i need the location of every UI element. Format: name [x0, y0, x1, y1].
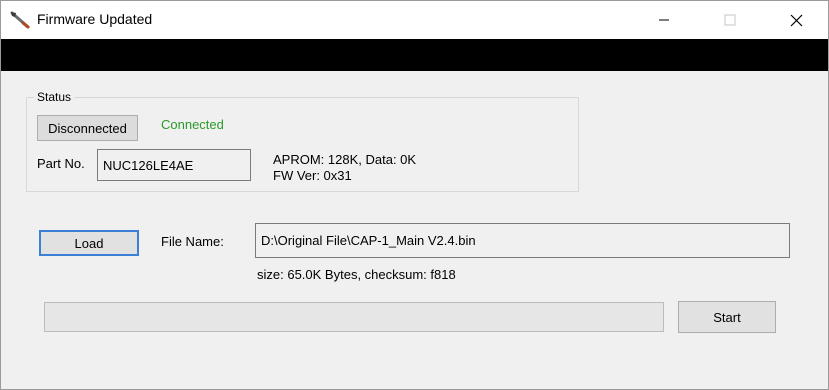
load-button[interactable]: Load: [39, 230, 139, 256]
minimize-button[interactable]: [641, 1, 687, 39]
title-bar[interactable]: Firmware Updated: [1, 1, 828, 39]
window-title: Firmware Updated: [37, 11, 153, 27]
aprom-info-text: APROM: 128K, Data: 0K: [273, 152, 417, 167]
progress-bar: [44, 302, 664, 332]
maximize-icon: [724, 14, 736, 26]
close-icon: [790, 14, 802, 26]
file-path-field: D:\Original File\CAP-1_Main V2.4.bin: [255, 223, 790, 258]
status-group-label: Status: [34, 90, 75, 104]
file-size-checksum-text: size: 65.0K Bytes, checksum: f818: [257, 267, 456, 282]
file-name-label: File Name:: [161, 234, 224, 249]
minimize-icon: [659, 19, 669, 21]
connection-status-text: Connected: [161, 117, 224, 132]
maximize-button[interactable]: [707, 1, 753, 39]
tool-wrench-icon: [10, 11, 30, 29]
start-button[interactable]: Start: [678, 301, 776, 333]
firmware-version-text: FW Ver: 0x31: [273, 168, 352, 183]
firmware-window: Firmware Updated Status Disconnected Con…: [0, 0, 829, 390]
part-number-label: Part No.: [37, 156, 85, 171]
close-button[interactable]: [773, 1, 819, 39]
disconnect-button[interactable]: Disconnected: [37, 115, 138, 141]
header-banner: [1, 39, 828, 71]
part-number-field: NUC126LE4AE: [97, 149, 251, 181]
